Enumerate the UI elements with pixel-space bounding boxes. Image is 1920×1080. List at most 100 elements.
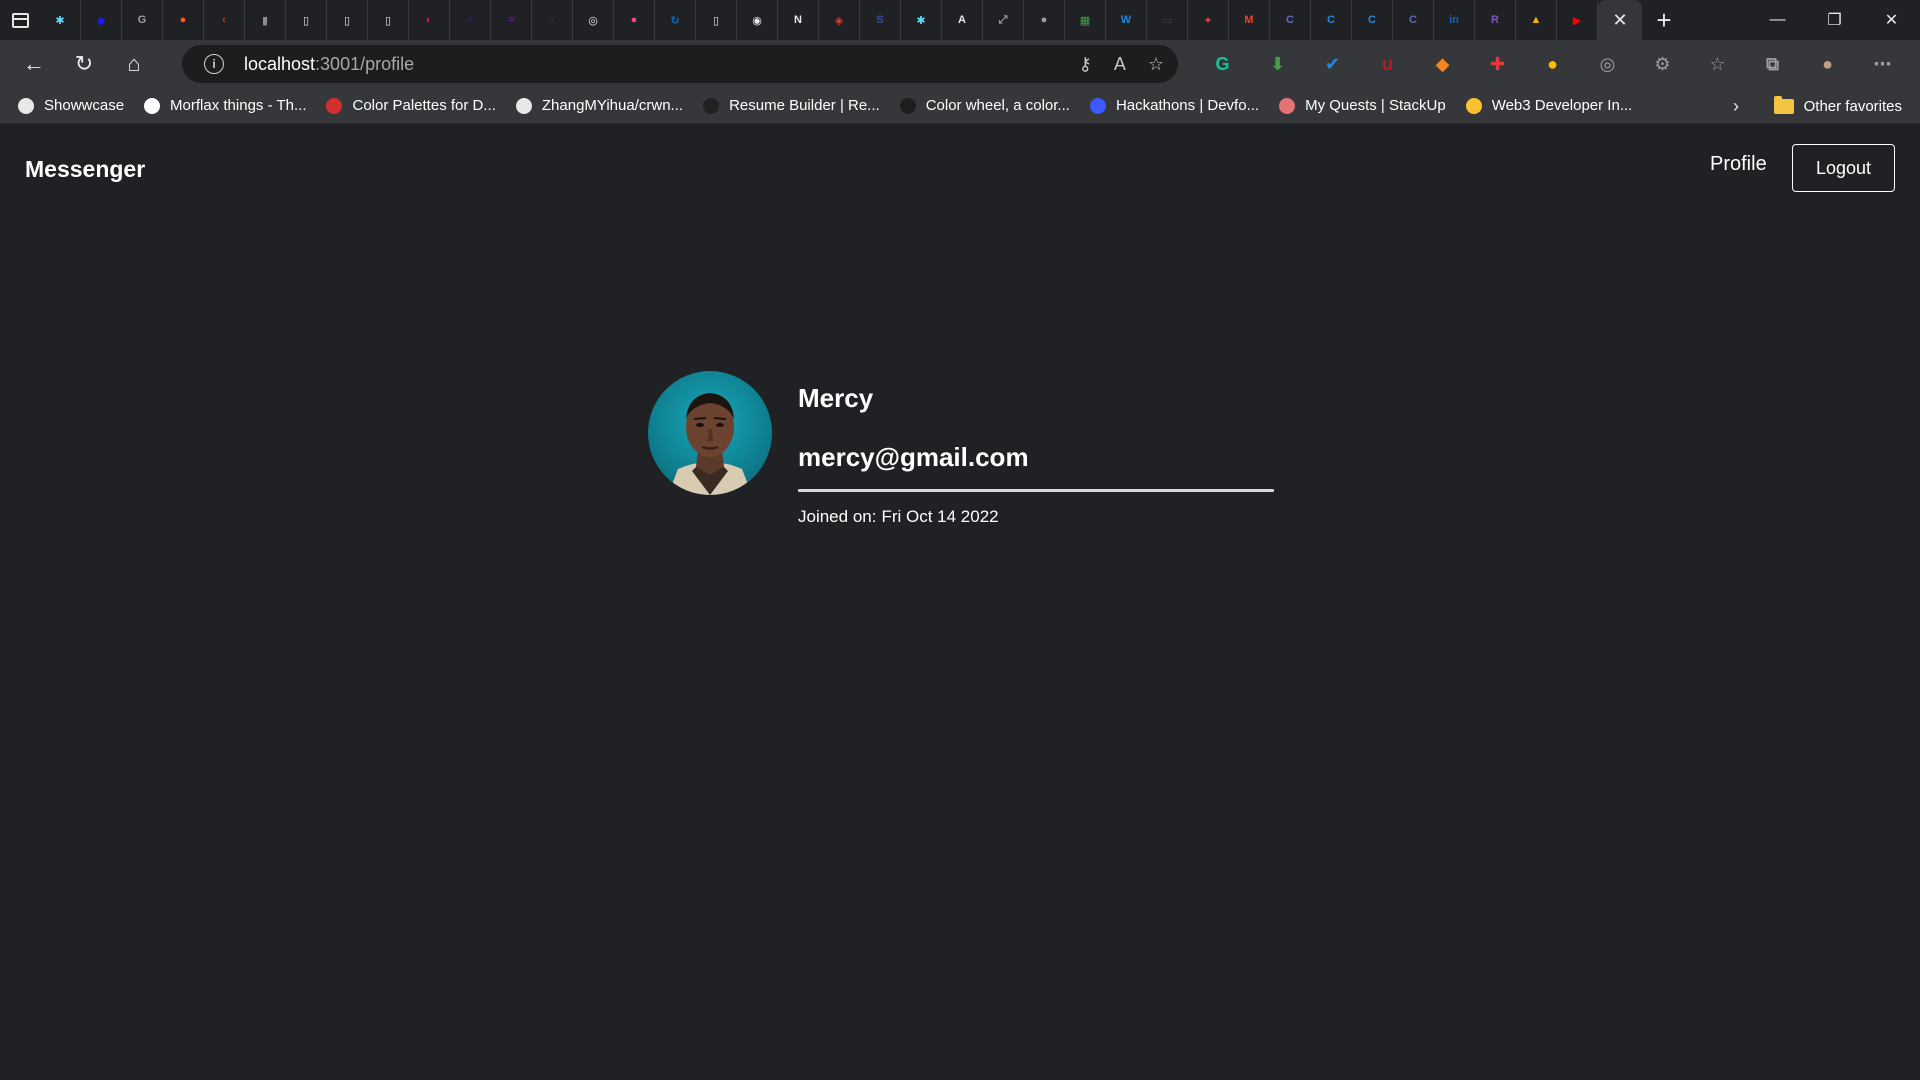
fire-icon: ▲ <box>1530 14 1542 26</box>
browser-tab[interactable]: ◆ <box>81 0 122 40</box>
browser-tab[interactable]: ● <box>614 0 655 40</box>
bookmark-label: Color Palettes for D... <box>352 97 496 114</box>
browser-tab[interactable]: ◈ <box>819 0 860 40</box>
browser-tab[interactable]: G <box>122 0 163 40</box>
extension-button[interactable]: ⚙ <box>1635 44 1690 84</box>
browser-tab[interactable]: R <box>1475 0 1516 40</box>
bookmark-item[interactable]: Hackathons | Devfo... <box>1080 88 1269 124</box>
extension-button[interactable]: ● <box>1525 44 1580 84</box>
bookmark-item[interactable]: Morflax things - Th... <box>134 88 316 124</box>
code-icon: ‹ <box>222 14 226 26</box>
bookmark-item[interactable]: Color wheel, a color... <box>890 88 1080 124</box>
browser-tab[interactable]: ▦ <box>1065 0 1106 40</box>
github-icon: ◉ <box>752 14 762 27</box>
extension-button[interactable]: G <box>1195 44 1250 84</box>
bookmark-item[interactable]: My Quests | StackUp <box>1269 88 1456 124</box>
close-window-button[interactable]: ✕ <box>1863 0 1920 40</box>
new-tab-button[interactable]: + <box>1642 0 1686 40</box>
other-favorites-folder[interactable]: Other favorites <box>1764 88 1912 124</box>
browser-tab[interactable]: M <box>1229 0 1270 40</box>
browser-tab[interactable]: ◐ <box>409 0 450 40</box>
browser-tab[interactable]: ● <box>163 0 204 40</box>
notion-icon: N <box>794 14 802 26</box>
browser-tab[interactable]: ↻ <box>655 0 696 40</box>
extension-button[interactable]: u <box>1360 44 1415 84</box>
bookmark-label: Web3 Developer In... <box>1491 97 1633 114</box>
browser-tab[interactable]: C <box>1352 0 1393 40</box>
bookmark-item[interactable]: Resume Builder | Re... <box>693 88 890 124</box>
bookmark-label: Morflax things - Th... <box>170 97 307 114</box>
joined-date: Fri Oct 14 2022 <box>881 507 999 526</box>
extension-button[interactable]: ◎ <box>1580 44 1635 84</box>
browser-tab[interactable]: ⤢ <box>983 0 1024 40</box>
browser-tab[interactable]: A <box>942 0 983 40</box>
read-aloud-icon[interactable]: A <box>1114 54 1126 75</box>
browser-tab[interactable]: C <box>1270 0 1311 40</box>
brand-logo-text[interactable]: Messenger <box>25 156 145 183</box>
font-icon: A <box>958 14 966 26</box>
extension-button[interactable]: ⧉ <box>1745 44 1800 84</box>
tab-actions-button[interactable] <box>0 0 40 40</box>
react-icon: ✱ <box>916 14 926 27</box>
extension-button[interactable]: ✔ <box>1305 44 1360 84</box>
bookmark-label: Color wheel, a color... <box>925 97 1070 114</box>
browser-tab[interactable]: ▲ <box>1516 0 1557 40</box>
extension-button[interactable]: ⋯ <box>1855 44 1910 84</box>
target-icon: ◎ <box>588 14 598 27</box>
page-icon: ▯ <box>343 14 351 27</box>
browser-tab[interactable]: ✦ <box>1188 0 1229 40</box>
minimize-button[interactable]: — <box>1749 0 1806 40</box>
browser-tab[interactable]: S <box>860 0 901 40</box>
browser-tab[interactable]: ▮ <box>245 0 286 40</box>
extension-button[interactable]: ◆ <box>1415 44 1470 84</box>
extension-button[interactable]: ⬇ <box>1250 44 1305 84</box>
restore-button[interactable]: ❐ <box>1806 0 1863 40</box>
active-tab[interactable]: ✕ <box>1598 0 1642 40</box>
extension-button[interactable]: ● <box>1800 44 1855 84</box>
bookmark-label: My Quests | StackUp <box>1305 97 1446 114</box>
home-button[interactable]: ⌂ <box>114 44 154 84</box>
browser-tab[interactable]: ✱ <box>40 0 81 40</box>
browser-tab[interactable]: ▯ <box>368 0 409 40</box>
browser-tab[interactable]: ● <box>1024 0 1065 40</box>
browser-tab[interactable]: ♪ <box>532 0 573 40</box>
key-icon[interactable]: ⚷ <box>1079 54 1092 75</box>
browser-tab[interactable]: C <box>1311 0 1352 40</box>
close-tab-icon[interactable]: ✕ <box>1612 10 1627 31</box>
browser-tab[interactable]: • <box>450 0 491 40</box>
folder-icon <box>1773 95 1794 114</box>
reload-button[interactable]: ↻ <box>64 44 104 84</box>
browser-tab[interactable]: ◉ <box>737 0 778 40</box>
url-text[interactable]: localhost:3001/profile <box>244 54 414 75</box>
extension-button[interactable]: ✚ <box>1470 44 1525 84</box>
browser-tab[interactable]: ✱ <box>901 0 942 40</box>
address-bar[interactable]: i localhost:3001/profile ⚷ A ☆ <box>182 45 1178 83</box>
browser-tab[interactable]: ▯ <box>696 0 737 40</box>
browser-tab[interactable]: C <box>1393 0 1434 40</box>
site-info-icon[interactable]: i <box>204 54 224 74</box>
browser-tab[interactable]: ▶ <box>1557 0 1598 40</box>
gmail-icon: M <box>1244 14 1254 26</box>
bookmark-item[interactable]: Showwcase <box>8 88 134 124</box>
bookmarks-overflow-chevron-icon[interactable]: › <box>1733 88 1739 124</box>
browser-tab[interactable]: ◎ <box>573 0 614 40</box>
logout-button[interactable]: Logout <box>1792 144 1895 192</box>
nav-profile-link[interactable]: Profile <box>1710 153 1767 176</box>
profile-joined: Joined on: Fri Oct 14 2022 <box>798 507 999 527</box>
browser-tab[interactable]: ‹ <box>204 0 245 40</box>
extension-button[interactable]: ☆ <box>1690 44 1745 84</box>
bookmark-item[interactable]: Web3 Developer In... <box>1456 88 1643 124</box>
bookmark-favicon-icon <box>1465 97 1482 114</box>
browser-tab[interactable]: ▭ <box>1147 0 1188 40</box>
add-favorite-icon[interactable]: ☆ <box>1148 54 1164 75</box>
browser-tab[interactable]: N <box>778 0 819 40</box>
back-button[interactable]: ← <box>14 44 54 84</box>
browser-tab[interactable]: W <box>1106 0 1147 40</box>
browser-tab[interactable]: ▯ <box>327 0 368 40</box>
bookmark-item[interactable]: ZhangMYihua/crwn... <box>506 88 693 124</box>
bookmark-item[interactable]: Color Palettes for D... <box>316 88 505 124</box>
avatar-icon: ● <box>1822 53 1833 74</box>
browser-tab[interactable]: in <box>1434 0 1475 40</box>
browser-tab[interactable]: ▯ <box>286 0 327 40</box>
browser-tab[interactable]: ≈ <box>491 0 532 40</box>
